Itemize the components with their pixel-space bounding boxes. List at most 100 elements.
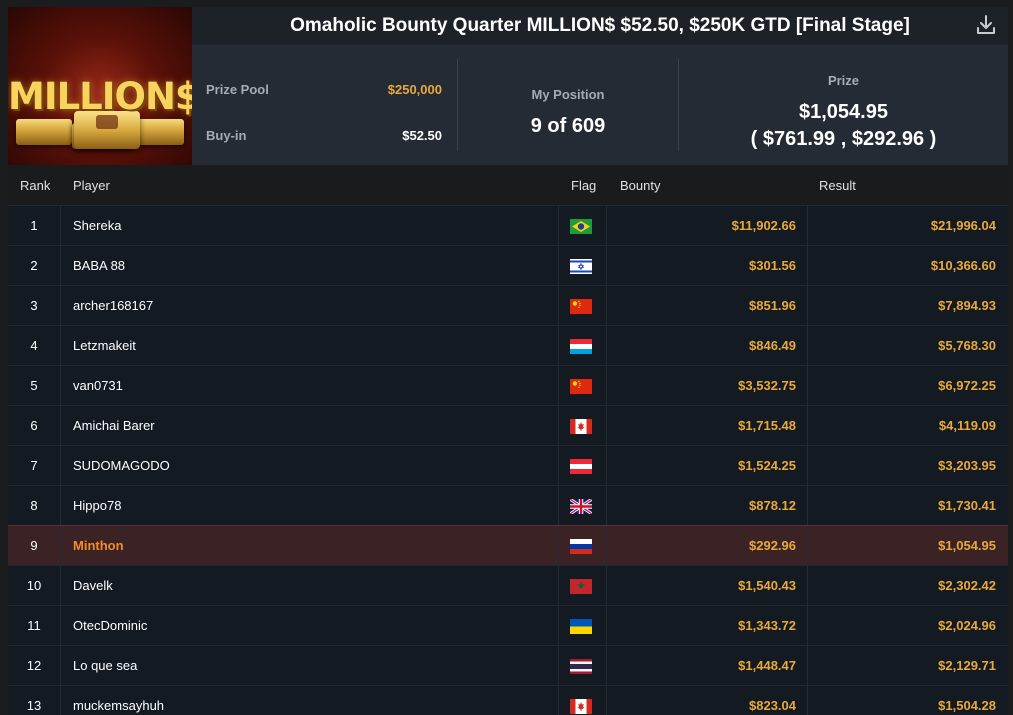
player-name[interactable]: Shereka: [73, 206, 121, 245]
player-name[interactable]: Amichai Barer: [73, 406, 155, 445]
player-name[interactable]: archer168167: [73, 286, 153, 325]
player-name[interactable]: SUDOMAGODO: [73, 446, 170, 485]
rank-cell: 9: [30, 538, 38, 553]
column-divider: [606, 566, 607, 605]
results-table-header: Rank Player Flag Bounty Result: [8, 165, 1008, 205]
rank-cell: 2: [30, 258, 38, 273]
buyin-value: $52.50: [402, 128, 442, 143]
result-column-header[interactable]: Result: [819, 178, 856, 193]
tournament-results-panel: MILLION$ Omaholic Bounty Quarter MILLION…: [8, 7, 1008, 715]
player-name[interactable]: Letzmakeit: [73, 326, 136, 365]
player-column-header[interactable]: Player: [73, 178, 110, 193]
column-divider: [558, 526, 559, 565]
column-divider: [60, 486, 61, 525]
result-cell: $4,119.09: [938, 418, 996, 433]
table-row-current-player[interactable]: 9 Minthon $292.96 $1,054.95: [8, 525, 1008, 565]
results-table-body: 1 Shereka $11,902.66 $21,996.04 2 BABA 88 $301…: [8, 205, 1008, 715]
result-cell: $3,203.95: [938, 458, 996, 473]
result-cell: $6,972.25: [938, 378, 996, 393]
rank-cell: 6: [30, 418, 38, 433]
result-cell: $7,894.93: [938, 298, 996, 313]
result-cell: $2,129.71: [938, 658, 996, 673]
tournament-title: Omaholic Bounty Quarter MILLION$ $52.50,…: [192, 7, 1008, 45]
prize-breakdown: ( $761.99 , $292.96 ): [750, 128, 937, 150]
column-divider: [558, 606, 559, 645]
russia-flag-icon: [570, 539, 592, 554]
table-row[interactable]: 8 Hippo78 $878.12 $1,730.41: [8, 485, 1008, 525]
bounty-cell: $1,448.47: [738, 658, 796, 673]
china-flag-icon: [570, 379, 592, 394]
table-row[interactable]: 6 Amichai Barer $1,715.48 $4,119.09: [8, 405, 1008, 445]
result-cell: $2,024.96: [938, 618, 996, 633]
table-row[interactable]: 3 archer168167 $851.96 $7,894.93: [8, 285, 1008, 325]
column-divider: [60, 366, 61, 405]
player-name[interactable]: Minthon: [73, 526, 124, 565]
column-divider: [558, 206, 559, 245]
position-label: My Position: [531, 87, 605, 102]
table-row[interactable]: 11 OtecDominic $1,343.72 $2,024.96: [8, 605, 1008, 645]
player-name[interactable]: Davelk: [73, 566, 113, 605]
rank-cell: 11: [27, 618, 41, 633]
table-row[interactable]: 4 Letzmakeit $846.49 $5,768.30: [8, 325, 1008, 365]
bounty-cell: $1,540.43: [738, 578, 796, 593]
player-name[interactable]: BABA 88: [73, 246, 125, 285]
column-divider: [60, 206, 61, 245]
column-divider: [606, 366, 607, 405]
morocco-flag-icon: [570, 579, 592, 594]
column-divider: [60, 686, 61, 715]
bounty-column-header[interactable]: Bounty: [620, 178, 660, 193]
brazil-flag-icon: [570, 219, 592, 234]
bounty-cell: $851.96: [749, 298, 796, 313]
israel-flag-icon: [570, 259, 592, 274]
column-divider: [60, 566, 61, 605]
download-icon[interactable]: [974, 13, 998, 37]
result-cell: $5,768.30: [938, 338, 996, 353]
bounty-cell: $292.96: [749, 538, 796, 553]
column-divider: [558, 246, 559, 285]
millions-logo: MILLION$: [8, 7, 192, 165]
column-divider: [606, 686, 607, 715]
result-cell: $10,366.60: [930, 258, 996, 273]
tournament-header: MILLION$ Omaholic Bounty Quarter MILLION…: [8, 7, 1008, 165]
table-row[interactable]: 5 van0731 $3,532.75 $6,972.25: [8, 365, 1008, 405]
prize-pool-value: $250,000: [387, 82, 442, 97]
column-divider: [606, 646, 607, 685]
bounty-cell: $301.56: [749, 258, 796, 273]
result-cell: $1,054.95: [938, 538, 996, 553]
result-cell: $21,996.04: [930, 218, 996, 233]
bounty-cell: $1,715.48: [738, 418, 796, 433]
table-row[interactable]: 2 BABA 88 $301.56 $10,366.60: [8, 245, 1008, 285]
column-divider: [60, 606, 61, 645]
table-row[interactable]: 7 SUDOMAGODO $1,524.25 $3,203.95: [8, 445, 1008, 485]
tournament-title-text: Omaholic Bounty Quarter MILLION$ $52.50,…: [290, 15, 910, 36]
rank-column-header[interactable]: Rank: [20, 178, 50, 193]
result-cell: $1,504.28: [938, 698, 996, 713]
china-flag-icon: [570, 299, 592, 314]
column-divider: [60, 246, 61, 285]
column-divider: [60, 646, 61, 685]
buyin-label: Buy-in: [206, 128, 247, 143]
rank-cell: 7: [30, 458, 38, 473]
column-divider: [558, 406, 559, 445]
player-name[interactable]: muckemsayhuh: [73, 686, 164, 715]
player-name[interactable]: van0731: [73, 366, 123, 405]
column-divider: [558, 486, 559, 525]
column-divider: [558, 446, 559, 485]
thailand-flag-icon: [570, 659, 592, 674]
column-divider: [60, 326, 61, 365]
bounty-cell: $846.49: [749, 338, 796, 353]
flag-column-header[interactable]: Flag: [571, 178, 596, 193]
column-divider: [606, 486, 607, 525]
player-name[interactable]: Hippo78: [73, 486, 121, 525]
rank-cell: 5: [30, 378, 38, 393]
canada-flag-icon: [570, 699, 592, 714]
player-name[interactable]: OtecDominic: [73, 606, 147, 645]
player-name[interactable]: Lo que sea: [73, 646, 137, 685]
table-row[interactable]: 1 Shereka $11,902.66 $21,996.04: [8, 205, 1008, 245]
table-row[interactable]: 13 muckemsayhuh $823.04 $1,504.28: [8, 685, 1008, 715]
column-divider: [606, 526, 607, 565]
table-row[interactable]: 10 Davelk $1,540.43 $2,302.42: [8, 565, 1008, 605]
table-row[interactable]: 12 Lo que sea $1,448.47 $2,129.71: [8, 645, 1008, 685]
prize-stat: Prize $1,054.95 ( $761.99 , $292.96 ): [679, 45, 1008, 165]
column-divider: [606, 286, 607, 325]
